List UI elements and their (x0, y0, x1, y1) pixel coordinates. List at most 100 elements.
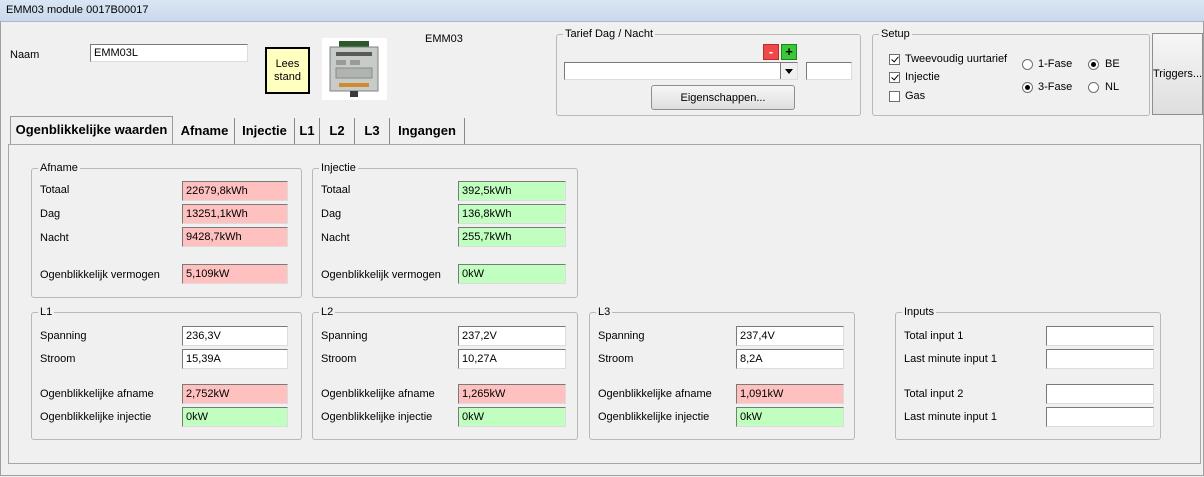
nl-radio[interactable] (1088, 82, 1099, 93)
l1-group: L1 Spanning Stroom Ogenblikkelijke afnam… (31, 306, 302, 440)
tab-label: Injectie (242, 123, 287, 138)
l1-spanning-field[interactable] (182, 326, 288, 346)
l3-injectie-field[interactable] (736, 407, 844, 427)
l3-group: L3 Spanning Stroom Ogenblikkelijke afnam… (589, 306, 855, 440)
fase1-radio[interactable] (1022, 59, 1033, 70)
fase3-radio[interactable] (1022, 82, 1033, 93)
l3-legend: L3 (596, 306, 613, 318)
gas-checkbox[interactable] (889, 91, 900, 102)
l3-spanning-field[interactable] (736, 326, 844, 346)
tab-l3[interactable]: L3 (355, 118, 390, 144)
l2-spanning-field[interactable] (458, 326, 566, 346)
tab-ingangen[interactable]: Ingangen (390, 118, 465, 144)
naam-input[interactable] (90, 44, 248, 62)
lees-stand-button[interactable]: Lees stand (265, 47, 310, 94)
title-bar: EMM03 module 0017B00017 (0, 0, 1204, 22)
chevron-down-icon[interactable] (780, 63, 797, 79)
be-label: BE (1105, 58, 1120, 70)
l1-stroom-field[interactable] (182, 349, 288, 369)
setup-group: Setup Tweevoudig uurtarief Injectie Gas … (872, 28, 1150, 116)
setup-legend: Setup (879, 28, 912, 40)
afname-dag-field[interactable] (182, 204, 288, 224)
inputs-legend: Inputs (902, 306, 936, 318)
fase1-label: 1-Fase (1038, 58, 1073, 70)
injectie-dag-field[interactable] (458, 204, 566, 224)
tab-label: Afname (180, 123, 229, 138)
l1-legend: L1 (38, 306, 55, 318)
injectie-legend: Injectie (319, 162, 358, 174)
tab-afname[interactable]: Afname (175, 118, 235, 144)
tarief-minus-button[interactable]: - (763, 44, 779, 60)
tab-label: L3 (364, 123, 380, 138)
afname-vermogen-field[interactable] (182, 264, 288, 284)
l1-afname-label: Ogenblikkelijke afname (40, 388, 154, 400)
total-input-2-field[interactable] (1046, 384, 1154, 404)
triggers-label: Triggers... (1153, 68, 1203, 80)
injectie-totaal-field[interactable] (458, 181, 566, 201)
l2-injectie-label: Ogenblikkelijke injectie (321, 411, 433, 423)
injectie-nacht-label: Nacht (321, 232, 350, 244)
inputs-group: Inputs Total input 1 Last minute input 1… (895, 306, 1161, 440)
afname-group: Afname Totaal Dag Nacht Ogenblikkelijk v… (31, 162, 302, 298)
tweevoudig-label: Tweevoudig uurtarief (905, 53, 1008, 65)
l1-injectie-field[interactable] (182, 407, 288, 427)
eigenschappen-label: Eigenschappen... (680, 91, 766, 104)
total-input-1-field[interactable] (1046, 326, 1154, 346)
injectie-nacht-field[interactable] (458, 227, 566, 247)
l2-stroom-label: Stroom (321, 353, 357, 365)
l1-afname-field[interactable] (182, 384, 288, 404)
l3-spanning-label: Spanning (598, 330, 645, 342)
tab-label: L2 (329, 123, 345, 138)
total-input-2-label: Total input 2 (904, 388, 964, 400)
fase3-label: 3-Fase (1038, 81, 1073, 93)
last-minute-input-1-label: Last minute input 1 (904, 353, 997, 365)
total-input-1-label: Total input 1 (904, 330, 964, 342)
triggers-button[interactable]: Triggers... (1152, 33, 1203, 115)
tweevoudig-checkbox[interactable] (889, 54, 900, 65)
afname-nacht-label: Nacht (40, 232, 69, 244)
tarief-select[interactable] (564, 62, 798, 80)
tab-ogenblikkelijke-waarden[interactable]: Ogenblikkelijke waarden (10, 116, 173, 144)
tarief-plus-button[interactable]: + (781, 44, 797, 60)
l2-afname-field[interactable] (458, 384, 566, 404)
last-minute-input-1-field[interactable] (1046, 349, 1154, 369)
afname-totaal-field[interactable] (182, 181, 288, 201)
l3-stroom-label: Stroom (598, 353, 634, 365)
last-minute-input-2-label: Last minute input 1 (904, 411, 997, 423)
l3-injectie-label: Ogenblikkelijke injectie (598, 411, 710, 423)
l3-stroom-field[interactable] (736, 349, 844, 369)
tab-l2[interactable]: L2 (320, 118, 355, 144)
injectie-totaal-label: Totaal (321, 184, 351, 196)
tab-injectie[interactable]: Injectie (235, 118, 295, 144)
l2-injectie-field[interactable] (458, 407, 566, 427)
l1-stroom-label: Stroom (40, 353, 76, 365)
injectie-vermogen-field[interactable] (458, 264, 566, 284)
be-radio[interactable] (1088, 59, 1099, 70)
afname-totaal-label: Totaal (40, 184, 70, 196)
nl-label: NL (1105, 81, 1120, 93)
tab-l1[interactable]: L1 (295, 118, 320, 144)
injectie-checkbox[interactable] (889, 72, 900, 83)
injectie-dag-label: Dag (321, 208, 342, 220)
l2-legend: L2 (319, 306, 336, 318)
eigenschappen-button[interactable]: Eigenschappen... (651, 85, 795, 110)
plus-label: + (785, 44, 793, 59)
tab-label: Ingangen (398, 123, 456, 138)
minus-label: - (768, 44, 774, 59)
last-minute-input-2-field[interactable] (1046, 407, 1154, 427)
l2-group: L2 Spanning Stroom Ogenblikkelijke afnam… (312, 306, 578, 440)
l2-stroom-field[interactable] (458, 349, 566, 369)
tab-label: L1 (299, 123, 315, 138)
gas-label: Gas (905, 90, 926, 102)
tarief-small-input[interactable] (806, 62, 852, 80)
module-type-label: EMM03 (425, 33, 463, 45)
lees-stand-label: Lees stand (274, 57, 301, 83)
injectie-group: Injectie Totaal Dag Nacht Ogenblikkelijk… (312, 162, 578, 298)
tarief-group: Tarief Dag / Nacht - + Eigenschappen... (556, 28, 861, 116)
window-title: EMM03 module 0017B00017 (6, 4, 149, 16)
afname-legend: Afname (38, 162, 80, 174)
tab-label: Ogenblikkelijke waarden (15, 122, 168, 137)
l3-afname-field[interactable] (736, 384, 844, 404)
afname-vermogen-label: Ogenblikkelijk vermogen (40, 269, 160, 281)
afname-nacht-field[interactable] (182, 227, 288, 247)
